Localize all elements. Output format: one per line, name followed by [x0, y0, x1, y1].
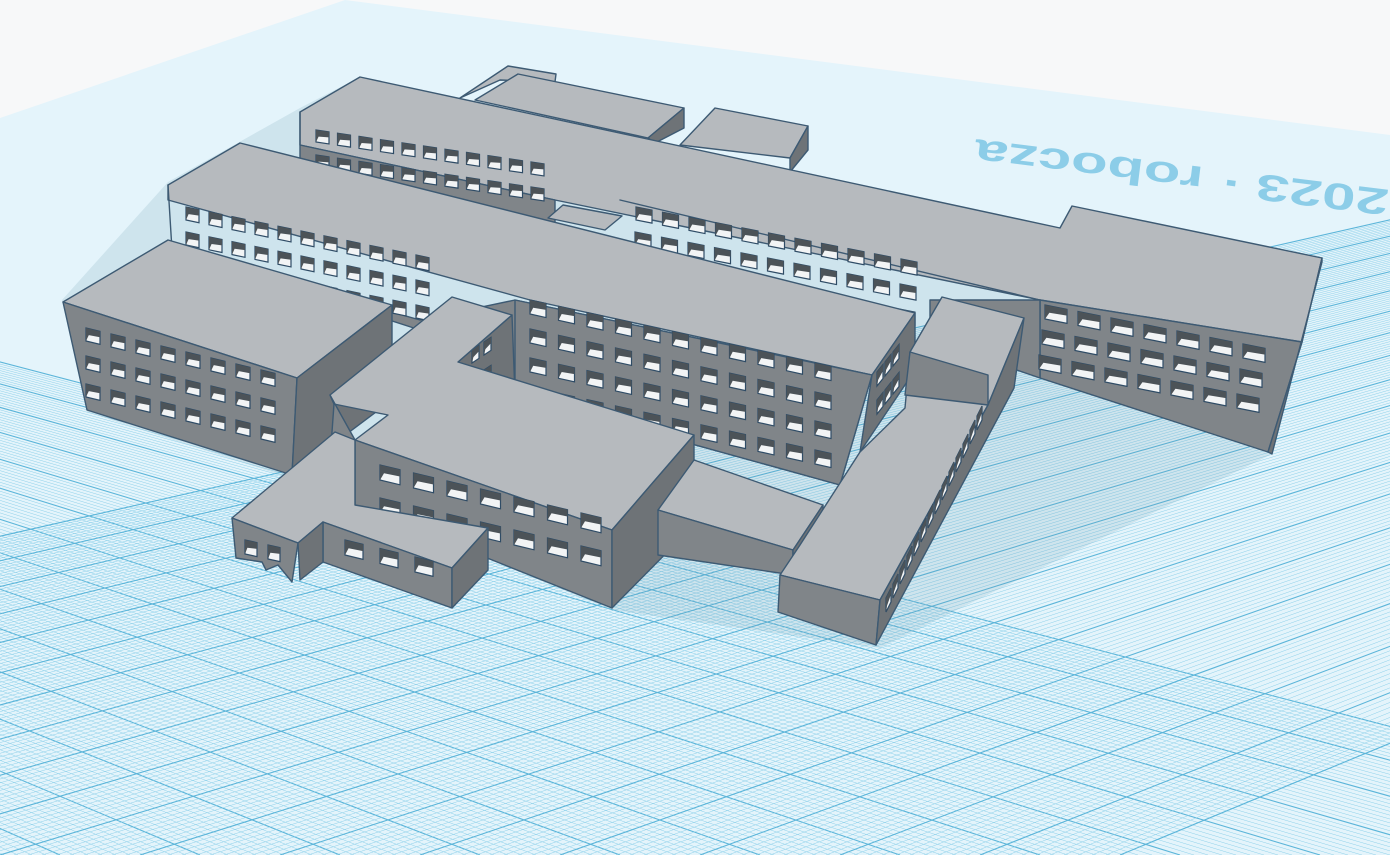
design-viewport[interactable]: 2023 · robocza [0, 0, 1390, 855]
3d-scene[interactable]: 2023 · robocza [0, 0, 1390, 855]
